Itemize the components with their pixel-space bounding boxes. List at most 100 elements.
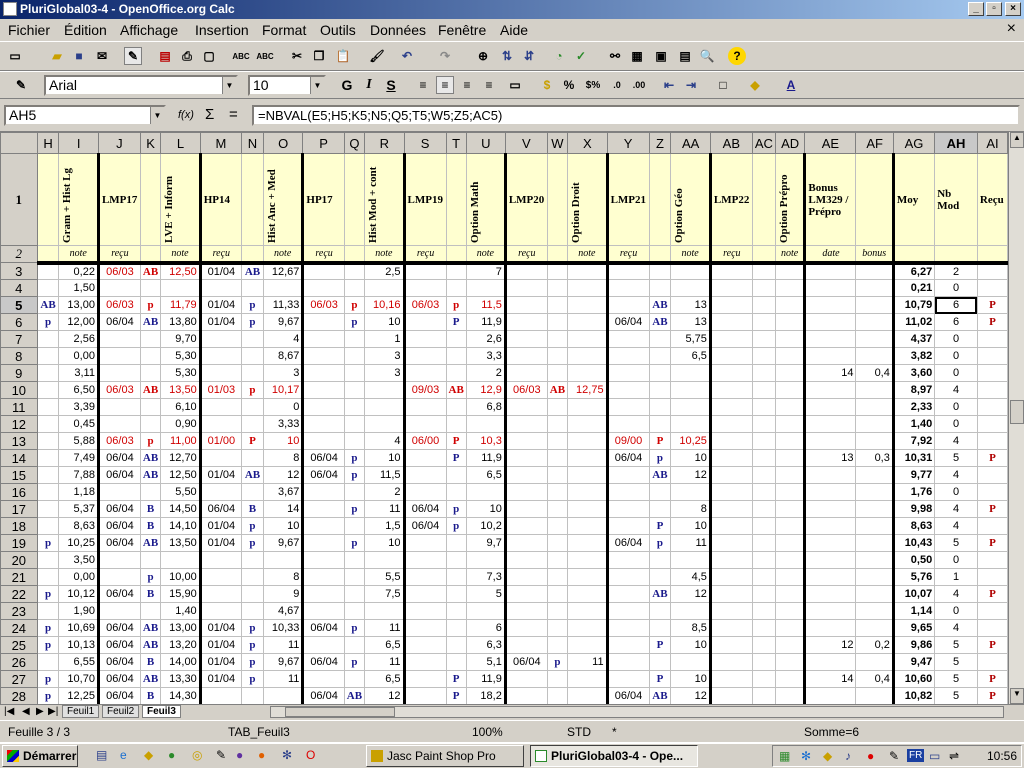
column-header-y[interactable]: Y: [606, 132, 650, 154]
redo-icon[interactable]: ↷: [436, 47, 454, 65]
cell-t18[interactable]: p: [445, 517, 467, 535]
cell-z28[interactable]: AB: [648, 687, 672, 704]
cell-v21[interactable]: [503, 568, 548, 586]
cell-ac8[interactable]: [751, 347, 776, 365]
column-header-ah[interactable]: AH: [934, 132, 978, 154]
cell-u26[interactable]: 5,1: [465, 653, 506, 671]
gallery-icon[interactable]: ▦: [628, 47, 646, 65]
cell-o25[interactable]: 11: [262, 636, 304, 654]
cell-j24[interactable]: 06/04: [96, 619, 141, 637]
cell-j19[interactable]: 06/04: [96, 534, 141, 552]
cell-p14[interactable]: 06/04: [301, 449, 345, 467]
cell-x8[interactable]: [567, 347, 608, 365]
cell-ab21[interactable]: [708, 568, 753, 586]
column-header-t[interactable]: T: [445, 132, 467, 154]
cell-aa17[interactable]: 8: [670, 500, 711, 518]
cell-i9[interactable]: 3,11: [58, 364, 99, 382]
cell-p8[interactable]: [301, 347, 345, 365]
cell-s21[interactable]: [402, 568, 447, 586]
cell-o3[interactable]: 12,67: [262, 262, 304, 280]
cell-h16[interactable]: [36, 483, 60, 501]
save-icon[interactable]: ■: [70, 47, 88, 65]
cell-aa3[interactable]: [670, 262, 711, 280]
cell-h14[interactable]: [36, 449, 60, 467]
subheader-cell[interactable]: [445, 245, 467, 265]
column-header-ad[interactable]: AD: [774, 132, 806, 154]
cell-n24[interactable]: p: [241, 619, 264, 637]
cell-u24[interactable]: 6: [465, 619, 506, 637]
cell-ac5[interactable]: [751, 296, 776, 314]
cell-af9[interactable]: 0,4: [855, 364, 894, 382]
prev-sheet-icon[interactable]: ◀: [22, 706, 30, 717]
cell-o13[interactable]: 10: [262, 432, 304, 450]
cell-ac17[interactable]: [751, 500, 776, 518]
find-icon[interactable]: ⚯: [606, 47, 624, 65]
task-paintshop[interactable]: Jasc Paint Shop Pro: [366, 745, 524, 767]
cell-h23[interactable]: [36, 602, 60, 620]
cell-p15[interactable]: 06/04: [301, 466, 345, 484]
cell-j18[interactable]: 06/04: [96, 517, 141, 535]
cell-i15[interactable]: 7,88: [58, 466, 99, 484]
cell-ab6[interactable]: [708, 313, 753, 331]
cell-i20[interactable]: 3,50: [58, 551, 99, 569]
cell-ai24[interactable]: [976, 619, 1008, 637]
cell-n6[interactable]: p: [241, 313, 264, 331]
cell-z16[interactable]: [648, 483, 672, 501]
subheader-cell[interactable]: reçu: [96, 245, 141, 265]
cell-j3[interactable]: 06/03: [96, 262, 141, 280]
cell-o26[interactable]: 9,67: [262, 653, 304, 671]
cell-n19[interactable]: p: [241, 534, 264, 552]
cell-i25[interactable]: 10,13: [58, 636, 99, 654]
cell-l17[interactable]: 14,50: [160, 500, 201, 518]
cell-r15[interactable]: 11,5: [364, 466, 405, 484]
cell-q17[interactable]: p: [343, 500, 366, 518]
cell-ab22[interactable]: [708, 585, 753, 603]
column-header-ai[interactable]: AI: [976, 132, 1008, 154]
scroll-up-icon[interactable]: ▲: [1010, 132, 1024, 148]
cell-af21[interactable]: [855, 568, 894, 586]
cell-q10[interactable]: [343, 381, 366, 399]
cell-o7[interactable]: 4: [262, 330, 304, 348]
cell-af12[interactable]: [855, 415, 894, 433]
cell-aa15[interactable]: 12: [670, 466, 711, 484]
cell-k25[interactable]: AB: [139, 636, 162, 654]
align-right-icon[interactable]: ≡: [458, 76, 476, 94]
cell-j12[interactable]: [96, 415, 141, 433]
start-button[interactable]: Démarrer: [2, 745, 78, 767]
header-cell[interactable]: [855, 153, 894, 246]
cell-w7[interactable]: [546, 330, 569, 348]
subheader-cell[interactable]: [546, 245, 569, 265]
column-header-u[interactable]: U: [465, 132, 506, 154]
quicklaunch-ie-icon[interactable]: e: [120, 748, 127, 762]
subheader-cell[interactable]: note: [262, 245, 304, 265]
cell-aa25[interactable]: 10: [670, 636, 711, 654]
close-document-icon[interactable]: ×: [1007, 20, 1016, 38]
cell-t14[interactable]: P: [445, 449, 467, 467]
cell-t9[interactable]: [445, 364, 467, 382]
cell-aa13[interactable]: 10,25: [670, 432, 711, 450]
cell-ag27[interactable]: 10,60: [891, 670, 936, 688]
cell-i14[interactable]: 7,49: [58, 449, 99, 467]
header-cell[interactable]: LMP19: [402, 153, 447, 246]
page-preview-icon[interactable]: ▢: [200, 47, 218, 65]
cell-ae19[interactable]: [803, 534, 857, 552]
cell-v15[interactable]: [503, 466, 548, 484]
header-cell[interactable]: [139, 153, 162, 246]
cell-ah15[interactable]: 4: [934, 466, 978, 484]
cell-s18[interactable]: 06/04: [402, 517, 447, 535]
cell-n11[interactable]: [241, 398, 264, 416]
cell-x22[interactable]: [567, 585, 608, 603]
cell-aa9[interactable]: [670, 364, 711, 382]
column-header-p[interactable]: P: [302, 132, 345, 154]
cell-n14[interactable]: [241, 449, 264, 467]
header-cell[interactable]: LMP22: [708, 153, 753, 246]
cell-aa5[interactable]: 13: [670, 296, 711, 314]
cell-ag10[interactable]: 8,97: [891, 381, 936, 399]
cell-k18[interactable]: B: [139, 517, 162, 535]
cell-y17[interactable]: [605, 500, 650, 518]
cell-z8[interactable]: [648, 347, 672, 365]
cell-v20[interactable]: [503, 551, 548, 569]
cell-j4[interactable]: [96, 279, 141, 297]
cell-h20[interactable]: [36, 551, 60, 569]
cell-w8[interactable]: [546, 347, 569, 365]
